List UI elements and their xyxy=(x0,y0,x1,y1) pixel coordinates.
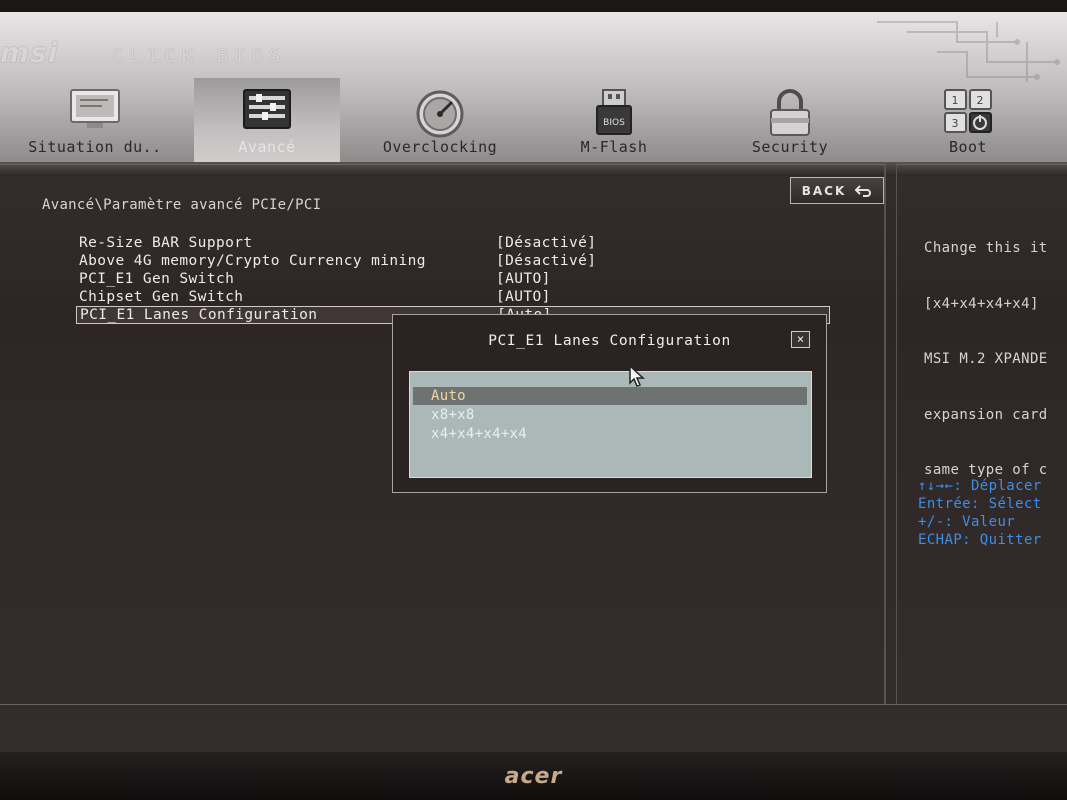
tab-label: M-Flash xyxy=(580,138,648,156)
key-legend: ↑↓→←: Déplacer Entrée: Sélect +/-: Valeu… xyxy=(918,477,1042,549)
key-value: +/-: Valeur xyxy=(918,514,1016,530)
menu-row-above-4g[interactable]: Above 4G memory/Crypto Currency mining [… xyxy=(76,253,830,271)
svg-text:1: 1 xyxy=(952,94,959,107)
click-bios-logo: CLICK BIOS xyxy=(112,45,287,67)
back-button[interactable]: BACK xyxy=(790,177,884,204)
key-escape: ECHAP: Quitter xyxy=(918,532,1042,548)
menu-row-pci-e1-gen-switch[interactable]: PCI_E1 Gen Switch [AUTO] xyxy=(76,271,830,289)
key-move: ↑↓→←: Déplacer xyxy=(918,478,1042,494)
settings-panel-icon xyxy=(243,89,291,129)
back-arrow-icon xyxy=(854,184,872,197)
key-enter: Entrée: Sélect xyxy=(918,496,1042,512)
help-description: Change this it [x4+x4+x4+x4] MSI M.2 XPA… xyxy=(924,202,1048,498)
breadcrumb: Avancé\Paramètre avancé PCIe/PCI xyxy=(42,197,322,213)
row-value: [AUTO] xyxy=(496,289,551,305)
msi-logo: msi xyxy=(0,36,59,69)
row-value: [AUTO] xyxy=(496,271,551,287)
monitor-icon xyxy=(70,89,120,128)
row-label: Chipset Gen Switch xyxy=(79,289,244,305)
monitor-bezel-top xyxy=(0,0,1067,12)
option-auto[interactable]: Auto xyxy=(413,387,807,405)
popup-title: PCI_E1 Lanes Configuration xyxy=(488,333,731,349)
svg-text:2: 2 xyxy=(977,94,984,107)
row-value: [Désactivé] xyxy=(496,253,597,269)
tab-label: Boot xyxy=(948,138,988,156)
padlock-icon xyxy=(770,89,810,136)
options-popup: PCI_E1 Lanes Configuration × Auto x8+x8 … xyxy=(392,314,827,493)
options-list: Auto x8+x8 x4+x4+x4+x4 xyxy=(409,371,812,478)
help-line: MSI M.2 XPANDE xyxy=(924,351,1048,367)
row-label: Above 4G memory/Crypto Currency mining xyxy=(79,253,426,269)
tab-avance[interactable]: Avancé xyxy=(194,78,340,164)
option-x4-x4-x4-x4[interactable]: x4+x4+x4+x4 xyxy=(413,425,807,443)
row-label: PCI_E1 Lanes Configuration xyxy=(80,307,318,323)
tab-boot[interactable]: 1 2 3 Boot xyxy=(900,78,1036,164)
tab-label: Situation du.. xyxy=(28,138,162,156)
tab-label: Overclocking xyxy=(382,138,498,156)
close-icon: × xyxy=(796,332,805,346)
tab-m-flash[interactable]: BIOS M-Flash xyxy=(540,78,688,164)
tab-label: Avancé xyxy=(238,138,296,156)
help-line: [x4+x4+x4+x4] xyxy=(924,295,1039,312)
bottom-divider xyxy=(0,704,1067,705)
boot-keys-icon: 1 2 3 xyxy=(944,89,992,133)
monitor-brand-logo: acer xyxy=(504,764,563,789)
help-line: Change this it xyxy=(924,240,1048,256)
row-label: Re-Size BAR Support xyxy=(79,235,253,251)
mouse-cursor-icon xyxy=(629,364,645,387)
menu-row-chipset-gen-switch[interactable]: Chipset Gen Switch [AUTO] xyxy=(76,289,830,307)
tab-label: Security xyxy=(751,138,829,156)
row-label: PCI_E1 Gen Switch xyxy=(79,271,235,287)
usb-bios-icon: BIOS xyxy=(596,89,632,135)
svg-text:BIOS: BIOS xyxy=(603,118,625,128)
tab-overclocking[interactable]: Overclocking xyxy=(360,78,520,164)
tab-situation[interactable]: Situation du.. xyxy=(10,78,180,164)
tab-security[interactable]: Security xyxy=(716,78,864,164)
option-x8-x8[interactable]: x8+x8 xyxy=(413,406,807,424)
help-line: expansion card xyxy=(924,406,1048,423)
menu-row-resize-bar[interactable]: Re-Size BAR Support [Désactivé] xyxy=(76,235,830,253)
row-value: [Désactivé] xyxy=(496,235,597,251)
header-bar: msi CLICK BIOS Situation du.. Avancé Ove… xyxy=(0,12,1067,164)
close-button[interactable]: × xyxy=(791,331,810,348)
gauge-icon xyxy=(416,90,464,138)
svg-text:3: 3 xyxy=(952,117,959,130)
back-button-label: BACK xyxy=(801,183,847,198)
